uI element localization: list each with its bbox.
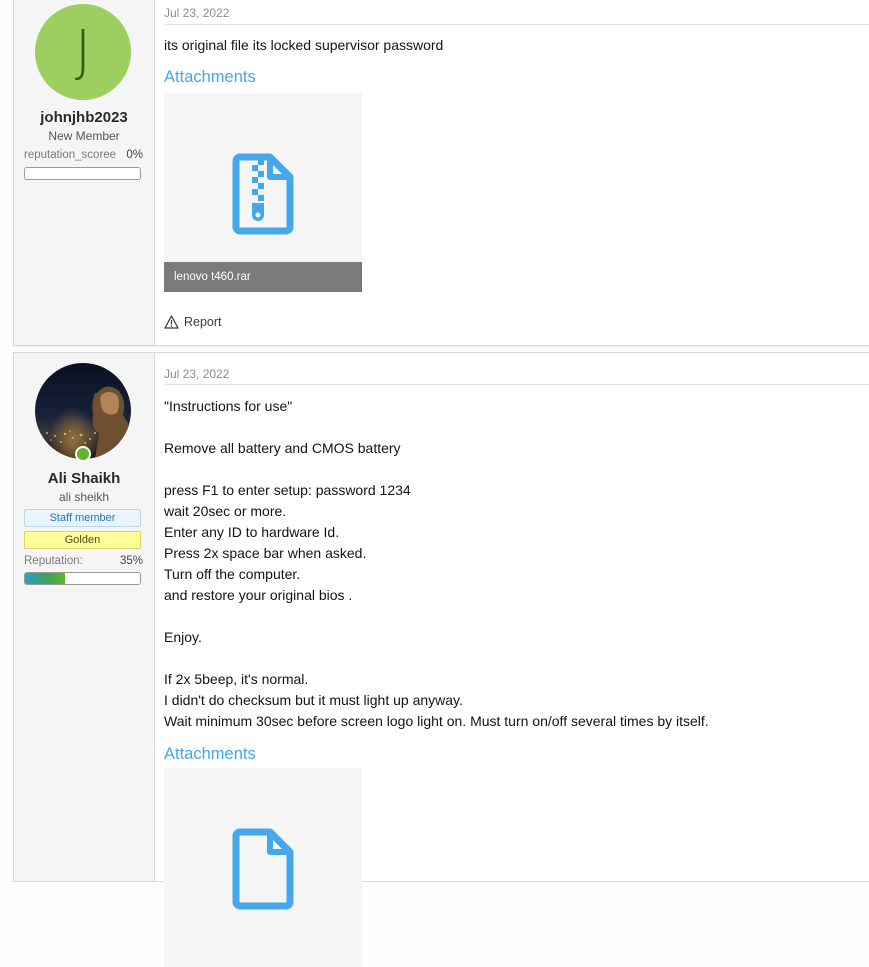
reputation-row: Reputation: 35% bbox=[24, 555, 143, 567]
reputation-bar-fill bbox=[25, 573, 66, 584]
avatar[interactable] bbox=[35, 363, 131, 459]
reputation-bar bbox=[24, 572, 141, 585]
message-body: its original file its locked supervisor … bbox=[164, 37, 444, 53]
reputation-bar bbox=[24, 167, 141, 180]
post-date[interactable]: Jul 23, 2022 bbox=[164, 367, 229, 381]
message-line: Remove all battery and CMOS battery bbox=[164, 440, 401, 456]
username[interactable]: johnjhb2023 bbox=[14, 109, 154, 126]
file-icon bbox=[232, 828, 294, 910]
message-line: I didn't do checksum but it must light u… bbox=[164, 692, 463, 708]
reputation-label: Reputation: bbox=[24, 555, 83, 567]
message-line: Wait minimum 30sec before screen logo li… bbox=[164, 713, 709, 729]
divider bbox=[164, 24, 869, 25]
warning-icon bbox=[164, 315, 179, 329]
avatar[interactable]: J bbox=[35, 4, 131, 100]
report-label: Report bbox=[184, 315, 222, 329]
post-date[interactable]: Jul 23, 2022 bbox=[164, 6, 229, 20]
user-title: New Member bbox=[48, 129, 120, 143]
message-line: Press 2x space bar when asked. bbox=[164, 545, 367, 561]
attachment-thumbnail[interactable]: lenovo t460.rar bbox=[164, 93, 362, 292]
message-line: Enter any ID to hardware Id. bbox=[164, 524, 340, 540]
message-line: If 2x 5beep, it's normal. bbox=[164, 671, 309, 687]
post-johnjhb2023: J johnjhb2023 New Member reputation_scor… bbox=[13, 0, 869, 346]
staff-member-badge: Staff member bbox=[24, 509, 141, 527]
message-line bbox=[164, 606, 709, 627]
message-line bbox=[164, 459, 709, 480]
avatar-photo bbox=[46, 386, 131, 459]
reputation-percent: 0% bbox=[126, 149, 143, 161]
report-link[interactable]: Report bbox=[164, 315, 222, 329]
attachments-heading: Attachments bbox=[164, 68, 256, 86]
message-line: "Instructions for use" bbox=[164, 398, 293, 414]
online-status-icon bbox=[75, 446, 91, 462]
message-line: Enjoy. bbox=[164, 629, 202, 645]
message-line: wait 20sec or more. bbox=[164, 503, 287, 519]
message-line bbox=[164, 417, 709, 438]
message-line: and restore your original bios . bbox=[164, 587, 353, 603]
message-line bbox=[164, 648, 709, 669]
reputation-row: reputation_scoree 0% bbox=[24, 149, 143, 161]
user-title: ali sheikh bbox=[58, 490, 110, 504]
attachments-heading: Attachments bbox=[164, 745, 256, 763]
attachment-thumbnail[interactable] bbox=[164, 768, 362, 967]
user-pane: J johnjhb2023 New Member reputation_scor… bbox=[14, 0, 155, 345]
reputation-label: reputation_scoree bbox=[24, 149, 117, 161]
message-line: press F1 to enter setup: password 1234 bbox=[164, 482, 411, 498]
divider bbox=[164, 384, 869, 385]
zip-file-icon bbox=[232, 153, 294, 235]
reputation-percent: 35% bbox=[119, 555, 143, 567]
message-line: Turn off the computer. bbox=[164, 566, 301, 582]
message-body: "Instructions for use" Remove all batter… bbox=[164, 396, 709, 732]
post-ali-shaikh: Ali Shaikh ali sheikh Staff member Golde… bbox=[13, 352, 869, 967]
golden-badge: Golden bbox=[24, 531, 141, 549]
attachment-filename[interactable]: lenovo t460.rar bbox=[164, 262, 362, 292]
user-pane: Ali Shaikh ali sheikh Staff member Golde… bbox=[14, 353, 155, 881]
username[interactable]: Ali Shaikh bbox=[14, 470, 154, 487]
